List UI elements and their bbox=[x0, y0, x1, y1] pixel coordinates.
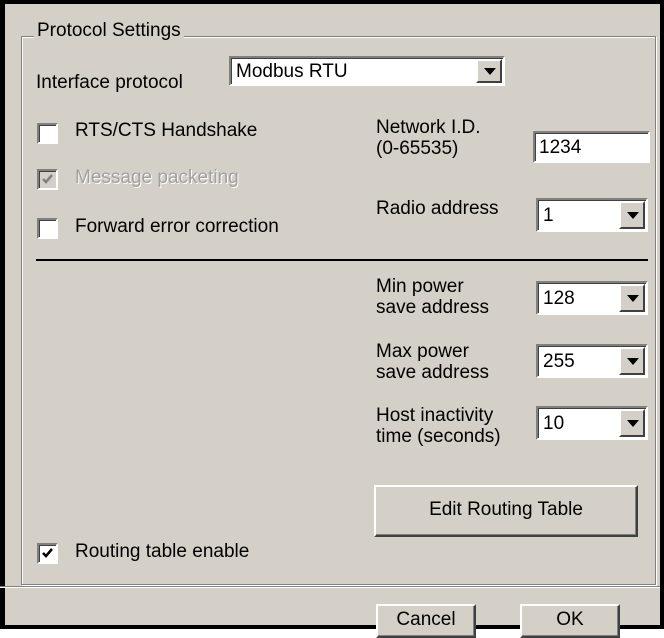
min-power-value: 128 bbox=[543, 288, 575, 309]
max-power-select[interactable]: 255 bbox=[536, 344, 648, 378]
check-icon bbox=[42, 548, 53, 558]
interface-protocol-select[interactable]: Modbus RTU bbox=[229, 56, 505, 86]
routing-table-enable-checkbox[interactable] bbox=[37, 543, 58, 564]
ok-button[interactable]: OK bbox=[520, 604, 620, 638]
chevron-down-icon[interactable] bbox=[619, 409, 645, 437]
rts-cts-checkbox[interactable] bbox=[37, 123, 58, 144]
protocol-settings-dialog: Protocol Settings Interface protocol Mod… bbox=[0, 0, 664, 638]
network-id-value: 1234 bbox=[539, 137, 582, 158]
host-inactivity-label-line2: time (seconds) bbox=[376, 426, 501, 447]
routing-table-enable-label: Routing table enable bbox=[75, 541, 250, 562]
section-divider bbox=[36, 259, 648, 261]
radio-address-select[interactable]: 1 bbox=[536, 198, 648, 232]
bottom-separator-highlight bbox=[0, 587, 660, 588]
forward-error-correction-checkbox[interactable] bbox=[37, 218, 58, 239]
max-power-value: 255 bbox=[543, 351, 575, 372]
cancel-button[interactable]: Cancel bbox=[376, 604, 476, 638]
window-frame-left bbox=[0, 0, 5, 629]
window-frame-right bbox=[660, 0, 664, 629]
cancel-button-label: Cancel bbox=[396, 609, 456, 630]
chevron-down-icon[interactable] bbox=[476, 59, 502, 83]
chevron-down-icon[interactable] bbox=[619, 284, 645, 312]
ok-button-label: OK bbox=[556, 609, 584, 630]
group-title: Protocol Settings bbox=[34, 20, 184, 42]
network-id-label-line1: Network I.D. bbox=[376, 117, 481, 138]
message-packeting-label: Message packeting bbox=[75, 167, 239, 188]
edit-routing-table-button[interactable]: Edit Routing Table bbox=[374, 485, 638, 537]
radio-address-value: 1 bbox=[543, 205, 554, 226]
min-power-select[interactable]: 128 bbox=[536, 281, 648, 315]
message-packeting-checkbox[interactable] bbox=[37, 169, 58, 190]
interface-protocol-label: Interface protocol bbox=[36, 72, 183, 93]
min-power-label-line1: Min power bbox=[376, 276, 464, 297]
host-inactivity-select[interactable]: 10 bbox=[536, 406, 648, 440]
min-power-label-line2: save address bbox=[376, 297, 490, 318]
network-id-label-line2: (0-65535) bbox=[376, 138, 459, 159]
edit-routing-table-label: Edit Routing Table bbox=[429, 499, 583, 520]
host-inactivity-label-line1: Host inactivity bbox=[376, 405, 494, 426]
check-icon bbox=[42, 174, 53, 184]
max-power-label-line2: save address bbox=[376, 362, 490, 383]
interface-protocol-value: Modbus RTU bbox=[236, 61, 348, 82]
rts-cts-label: RTS/CTS Handshake bbox=[75, 120, 258, 141]
window-frame-top bbox=[0, 0, 664, 4]
chevron-down-icon[interactable] bbox=[619, 347, 645, 375]
max-power-label-line1: Max power bbox=[376, 341, 469, 362]
host-inactivity-value: 10 bbox=[543, 413, 565, 434]
chevron-down-icon[interactable] bbox=[619, 201, 645, 229]
network-id-input[interactable]: 1234 bbox=[533, 131, 650, 163]
radio-address-label: Radio address bbox=[376, 198, 499, 219]
forward-error-correction-label: Forward error correction bbox=[75, 216, 279, 237]
